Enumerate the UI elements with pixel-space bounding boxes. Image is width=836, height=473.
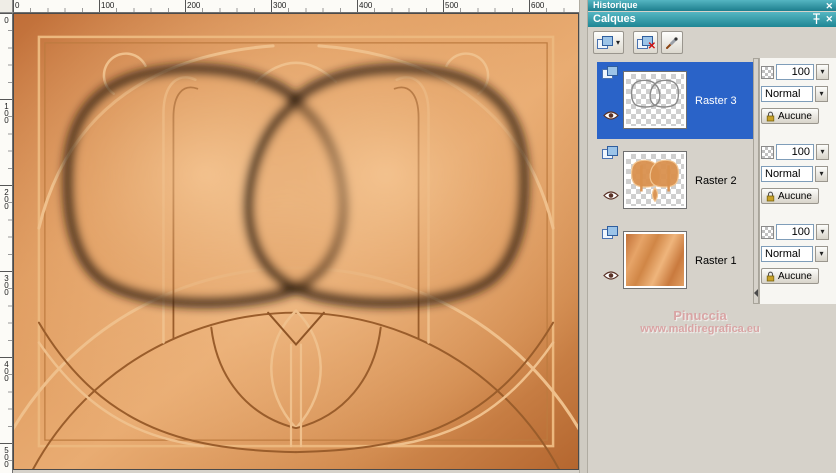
blend-mode-dropdown-button[interactable]: ▾	[815, 86, 828, 102]
blend-mode-dropdown-button[interactable]: ▾	[815, 166, 828, 182]
layer-name: Raster 3	[695, 94, 737, 107]
brush-icon	[666, 36, 678, 49]
close-icon[interactable]: ✕	[825, 1, 833, 11]
horizontal-ruler: 0 100 200 300 400 500 600	[13, 0, 580, 13]
link-set-button[interactable]: Aucune	[761, 268, 819, 284]
link-set-label: Aucune	[778, 270, 812, 282]
opacity-field[interactable]: 100	[776, 224, 814, 240]
ruler-h-label: 100	[101, 1, 115, 10]
layer-props-raster-1: 100 ▾ Normal ▾ Aucune	[761, 224, 834, 290]
opacity-slider-button[interactable]: ▾	[816, 64, 829, 80]
thumbnail-art	[626, 74, 684, 126]
layer-row-raster-1[interactable]: Raster 1	[597, 222, 753, 299]
lock-icon	[766, 191, 775, 201]
ruler-h-label: 400	[359, 1, 373, 10]
blend-mode-dropdown-button[interactable]: ▾	[815, 246, 828, 262]
ruler-v-label: 400	[2, 360, 11, 381]
layer-row-raster-3[interactable]: Raster 3	[597, 62, 753, 139]
link-set-button[interactable]: Aucune	[761, 188, 819, 204]
visibility-eye-icon[interactable]	[603, 190, 619, 201]
blend-mode-select[interactable]: Normal	[761, 166, 813, 182]
layer-props-raster-2: 100 ▾ Normal ▾ Aucune	[761, 144, 834, 210]
link-set-button[interactable]: Aucune	[761, 108, 819, 124]
layer-props-raster-3: 100 ▾ Normal ▾ Aucune	[761, 64, 834, 130]
transparency-swatch-icon	[761, 145, 774, 159]
historique-title: Historique	[593, 0, 638, 10]
link-set-label: Aucune	[778, 110, 812, 122]
ruler-v-label: 300	[2, 274, 11, 295]
opacity-slider-button[interactable]: ▾	[816, 144, 829, 160]
watermark: Pinuccia www.maldiregrafica.eu	[600, 308, 800, 335]
link-set-label: Aucune	[778, 190, 812, 202]
ruler-v-label: 500	[2, 446, 11, 467]
calques-panel-header[interactable]: Calques ✕	[588, 12, 836, 27]
collapse-arrow-icon	[754, 289, 758, 297]
ruler-corner	[0, 0, 13, 13]
layers-toolbar: ▾ ✕	[593, 30, 684, 55]
ruler-h-label: 500	[445, 1, 459, 10]
layer-row-raster-2[interactable]: Raster 2	[597, 142, 753, 219]
pin-icon[interactable]	[812, 13, 821, 25]
panel-splitter[interactable]	[579, 0, 588, 473]
opacity-field[interactable]: 100	[776, 64, 814, 80]
ruler-h-label: 300	[273, 1, 287, 10]
chevron-down-icon: ▾	[616, 37, 621, 47]
delete-layer-icon: ✕	[637, 35, 656, 51]
vertical-ruler: 0 100 200 300 400 500	[0, 13, 13, 473]
layer-name: Raster 2	[695, 174, 737, 187]
layer-thumbnail[interactable]	[623, 231, 687, 289]
transparency-swatch-icon	[761, 225, 774, 239]
opacity-slider-button[interactable]: ▾	[816, 224, 829, 240]
app-window: 0 100 200 300 400 500 600 0 100 200 300 …	[0, 0, 836, 473]
close-icon[interactable]: ✕	[825, 14, 833, 25]
watermark-url: www.maldiregrafica.eu	[640, 323, 760, 335]
raster-layer-icon	[602, 146, 619, 160]
visibility-eye-icon[interactable]	[603, 270, 619, 281]
blend-mode-select[interactable]: Normal	[761, 246, 813, 262]
canvas-artwork	[14, 14, 578, 469]
layer-name: Raster 1	[695, 254, 737, 267]
transparency-swatch-icon	[761, 65, 774, 79]
blend-mode-select[interactable]: Normal	[761, 86, 813, 102]
calques-title: Calques	[593, 13, 636, 25]
ruler-v-label: 200	[2, 188, 11, 209]
layer-thumbnail[interactable]	[623, 71, 687, 129]
ruler-v-label: 100	[2, 102, 11, 123]
lock-icon	[766, 271, 775, 281]
ruler-h-label: 200	[187, 1, 201, 10]
thumbnail-art	[626, 154, 684, 206]
raster-layer-icon	[602, 226, 619, 240]
ruler-h-label: 0	[15, 1, 20, 10]
historique-panel-header[interactable]: Historique ✕	[588, 0, 836, 11]
new-layer-button[interactable]: ▾	[593, 31, 625, 54]
watermark-author: Pinuccia	[673, 308, 727, 323]
ruler-v-label: 0	[2, 16, 11, 23]
lock-icon	[766, 111, 775, 121]
edit-selection-button[interactable]	[661, 31, 684, 54]
delete-layer-button[interactable]: ✕	[633, 31, 659, 54]
opacity-field[interactable]: 100	[776, 144, 814, 160]
ruler-h-label: 600	[531, 1, 545, 10]
raster-layer-icon	[602, 66, 619, 80]
canvas-image[interactable]	[13, 13, 579, 470]
visibility-eye-icon[interactable]	[603, 110, 619, 121]
new-layer-icon	[597, 35, 614, 50]
layer-thumbnail[interactable]	[623, 151, 687, 209]
